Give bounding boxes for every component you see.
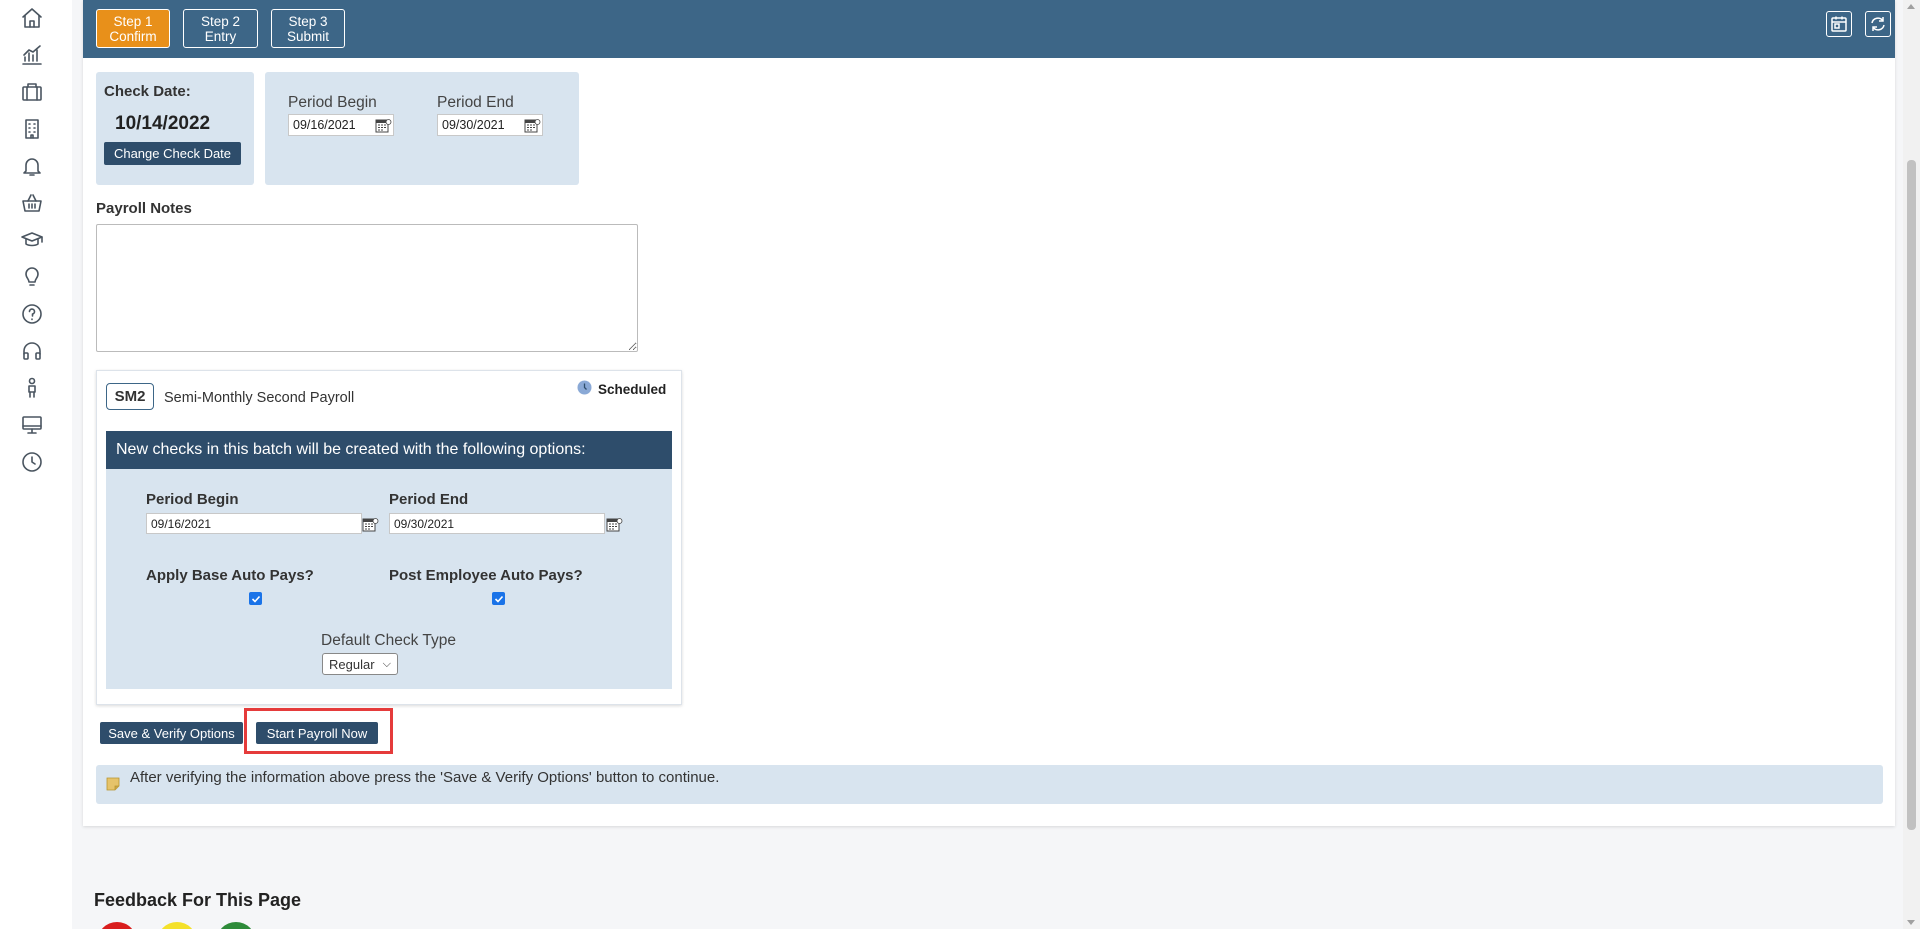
step-line2: Confirm	[109, 29, 157, 44]
note-icon	[106, 777, 120, 791]
monitor-icon[interactable]	[19, 412, 45, 438]
scroll-up-arrow[interactable]	[1907, 4, 1915, 9]
save-verify-options-button[interactable]: Save & Verify Options	[100, 722, 243, 744]
calendar-picker-icon[interactable]	[524, 118, 541, 133]
refresh-icon[interactable]	[1865, 11, 1891, 37]
payroll-notes-textarea[interactable]	[96, 224, 638, 352]
options-body: Period Begin 09/16/2021 Period End 09/30…	[106, 469, 672, 689]
payroll-status: Scheduled	[598, 382, 667, 397]
step-line2: Entry	[204, 29, 237, 44]
calendar-picker-icon[interactable]	[362, 517, 379, 532]
step-1-confirm-button[interactable]: Step 1 Confirm	[96, 9, 170, 48]
step-line1: Step 3	[288, 14, 328, 29]
options-period-end-input[interactable]: 09/30/2021	[389, 513, 605, 534]
step-line1: Step 1	[113, 14, 153, 29]
check-date-value: 10/14/2022	[115, 113, 211, 134]
calendar-picker-icon[interactable]	[606, 517, 623, 532]
home-icon[interactable]	[19, 5, 45, 31]
clock-icon	[577, 380, 592, 395]
main-panel: Step 1 Confirm Step 2 Entry Step 3 Submi…	[83, 0, 1895, 826]
clock-icon[interactable]	[19, 449, 45, 475]
help-icon[interactable]	[19, 301, 45, 327]
basket-icon[interactable]	[19, 190, 45, 216]
person-icon[interactable]	[19, 375, 45, 401]
scroll-thumb[interactable]	[1907, 160, 1916, 830]
check-date-card: Check Date: 10/14/2022 Change Check Date	[96, 72, 254, 185]
select-value: Regular	[329, 656, 375, 672]
bell-icon[interactable]	[19, 153, 45, 179]
lightbulb-icon[interactable]	[19, 264, 45, 290]
check-date-label: Check Date:	[104, 83, 191, 100]
options-period-begin-input[interactable]: 09/16/2021	[146, 513, 362, 534]
scrollbar[interactable]	[1903, 0, 1920, 929]
feedback-neutral-button[interactable]	[157, 922, 197, 929]
chart-icon[interactable]	[19, 42, 45, 68]
info-message: After verifying the information above pr…	[130, 769, 720, 786]
default-check-type-select[interactable]: Regular ⌵	[322, 653, 398, 675]
payroll-name: Semi-Monthly Second Payroll	[164, 390, 355, 406]
step-line1: Step 2	[200, 14, 241, 29]
payroll-code-badge: SM2	[106, 383, 154, 410]
options-period-end-label: Period End	[389, 491, 469, 508]
apply-base-auto-pays-label: Apply Base Auto Pays?	[146, 567, 314, 584]
calendar-icon[interactable]	[1826, 11, 1852, 37]
step-3-submit-button[interactable]: Step 3 Submit	[271, 9, 345, 48]
options-period-begin-label: Period Begin	[146, 491, 239, 508]
start-payroll-now-button[interactable]: Start Payroll Now	[256, 722, 378, 744]
apply-base-auto-pays-checkbox[interactable]	[249, 592, 262, 605]
post-employee-auto-pays-checkbox[interactable]	[492, 592, 505, 605]
chevron-down-icon: ⌵	[382, 657, 391, 670]
step-line2: Submit	[286, 29, 330, 44]
feedback-negative-button[interactable]	[97, 922, 137, 929]
scroll-down-arrow[interactable]	[1907, 920, 1915, 925]
change-check-date-button[interactable]: Change Check Date	[104, 142, 241, 165]
period-card: Period Begin 09/16/2021 Period End 09/30…	[265, 72, 579, 185]
default-check-type-label: Default Check Type	[321, 632, 456, 649]
calendar-picker-icon[interactable]	[375, 118, 392, 133]
period-end-label: Period End	[437, 94, 514, 111]
payroll-notes-label: Payroll Notes	[96, 200, 192, 217]
feedback-title: Feedback For This Page	[94, 890, 302, 910]
headset-icon[interactable]	[19, 338, 45, 364]
options-header: New checks in this batch will be created…	[106, 431, 672, 469]
post-employee-auto-pays-label: Post Employee Auto Pays?	[389, 567, 583, 584]
info-message-bar: After verifying the information above pr…	[96, 765, 1883, 804]
building-icon[interactable]	[19, 116, 45, 142]
sidebar	[0, 0, 72, 929]
step-2-entry-button[interactable]: Step 2 Entry	[183, 9, 258, 48]
wizard-header: Step 1 Confirm Step 2 Entry Step 3 Submi…	[83, 0, 1895, 58]
feedback-positive-button[interactable]	[216, 922, 256, 929]
payroll-options-box: SM2 Semi-Monthly Second Payroll Schedule…	[96, 370, 682, 705]
graduation-cap-icon[interactable]	[19, 227, 45, 253]
briefcase-icon[interactable]	[19, 79, 45, 105]
period-begin-label: Period Begin	[288, 94, 377, 111]
